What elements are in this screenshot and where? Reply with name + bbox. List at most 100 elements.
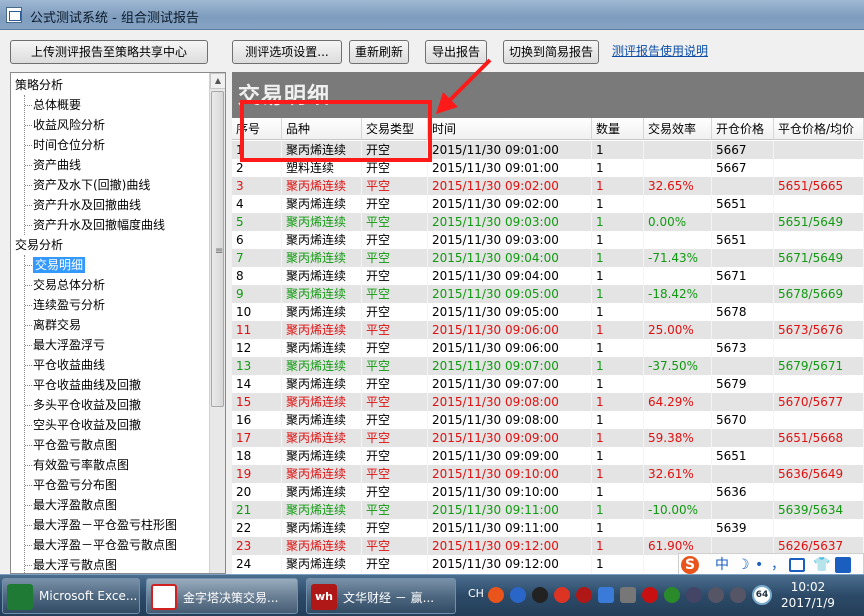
table-row[interactable]: 8 聚丙烯连续 开空 2015/11/30 09:04:00 1 5671 — [232, 267, 864, 285]
tree-item[interactable]: 最大浮盈散点图 — [24, 495, 117, 515]
tray-qq-icon[interactable] — [554, 587, 570, 603]
upload-report-button[interactable]: 上传测评报告至策略共享中心 — [10, 40, 208, 64]
tree-item[interactable]: 平仓盈亏散点图 — [24, 435, 117, 455]
tray-security-icon[interactable] — [642, 587, 658, 603]
keyboard-icon[interactable] — [789, 558, 805, 572]
tree-item[interactable]: 资产升水及回撤曲线 — [24, 195, 141, 215]
punctuation-icon[interactable]: ， — [771, 556, 785, 574]
tray-help-icon[interactable] — [510, 587, 526, 603]
table-cell: -10.00% — [644, 501, 712, 519]
tree-category-strategy[interactable]: 策略分析 — [15, 75, 63, 95]
ime-toolbar[interactable]: S 中 ☽ • ， 👕 — [678, 553, 864, 574]
export-report-button[interactable]: 导出报告 — [425, 40, 487, 64]
tray-shield-icon[interactable] — [598, 587, 614, 603]
tree-item[interactable]: 平仓盈亏分布图 — [24, 475, 117, 495]
tree-item[interactable]: 时间仓位分析 — [24, 135, 105, 155]
table-row[interactable]: 18 聚丙烯连续 开空 2015/11/30 09:09:00 1 5651 — [232, 447, 864, 465]
table-cell: 5671 — [712, 267, 774, 285]
test-options-button[interactable]: 测评选项设置... — [232, 40, 342, 64]
table-row[interactable]: 15 聚丙烯连续 平空 2015/11/30 09:08:00 1 64.29% 5670/… — [232, 393, 864, 411]
task-excel[interactable]: Microsoft Exce... — [2, 578, 140, 614]
system-clock[interactable]: 10:02 2017/1/9 — [776, 579, 840, 611]
tree-item[interactable]: 资产曲线 — [24, 155, 81, 175]
title-bar[interactable]: 公式测试系统 - 组合测试报告 — [0, 0, 864, 30]
sogou-ime-icon[interactable]: S — [681, 556, 699, 574]
switch-simple-report-button[interactable]: 切换到简易报告 — [503, 40, 599, 64]
table-row[interactable]: 17 聚丙烯连续 平空 2015/11/30 09:09:00 1 59.38% 5651/… — [232, 429, 864, 447]
table-row[interactable]: 6 聚丙烯连续 开空 2015/11/30 09:03:00 1 5651 — [232, 231, 864, 249]
tray-usb-icon[interactable] — [620, 587, 636, 603]
tree-item[interactable]: 最大浮亏散点图 — [24, 555, 117, 573]
tree-item[interactable]: 有效盈亏率散点图 — [24, 455, 129, 475]
table-row[interactable]: 4 聚丙烯连续 开空 2015/11/30 09:02:00 1 5651 — [232, 195, 864, 213]
tree-item[interactable]: 总体概要 — [24, 95, 81, 115]
column-header[interactable]: 平仓价格/均价 — [774, 118, 864, 140]
tree-item[interactable]: 平仓收益曲线及回撤 — [24, 375, 142, 395]
moon-icon[interactable]: ☽ — [737, 556, 750, 574]
table-row[interactable]: 19 聚丙烯连续 平空 2015/11/30 09:10:00 1 32.61% 5636/… — [232, 465, 864, 483]
tree-item-label: 平仓收益曲线及回撤 — [33, 378, 142, 392]
tree-item[interactable]: 资产升水及回撤幅度曲线 — [24, 215, 165, 235]
tree-item[interactable]: 资产及水下(回撤)曲线 — [24, 175, 150, 195]
table-row[interactable]: 22 聚丙烯连续 开空 2015/11/30 09:11:00 1 5639 — [232, 519, 864, 537]
tray-app-icon[interactable] — [532, 587, 548, 603]
tree-category-trade[interactable]: 交易分析 — [15, 235, 63, 255]
task-pyramid-trader[interactable]: 金字塔决策交易... — [146, 578, 298, 614]
scrollbar-thumb[interactable]: ≡ — [211, 91, 224, 407]
tray-cpu-badge[interactable]: 64 — [752, 585, 772, 605]
column-header[interactable]: 开仓价格 — [712, 118, 774, 140]
table-row[interactable]: 9 聚丙烯连续 平空 2015/11/30 09:05:00 1 -18.42% 5678/… — [232, 285, 864, 303]
tray-wenhua-icon[interactable] — [576, 587, 592, 603]
tree-item[interactable]: 平仓收益曲线 — [24, 355, 105, 375]
skin-icon[interactable]: 👕 — [813, 556, 830, 574]
tree-item[interactable]: 最大浮盈－平仓盈亏柱形图 — [24, 515, 177, 535]
tree-item[interactable]: 交易明细 — [24, 255, 86, 275]
system-tray: CH 64 10:02 2017/1/9 — [466, 575, 864, 616]
tree-item[interactable]: 连续盈亏分析 — [24, 295, 105, 315]
column-header[interactable]: 时间 — [428, 118, 592, 140]
tree-item[interactable]: 多头平仓收益及回撤 — [24, 395, 141, 415]
table-cell: 5639/5634 — [774, 501, 864, 519]
tree-item[interactable]: 空头平仓收益及回撤 — [24, 415, 141, 435]
tree-item[interactable]: 离群交易 — [24, 315, 81, 335]
sidebar-scrollbar[interactable]: ▲ ≡ — [209, 73, 225, 573]
table-row[interactable]: 16 聚丙烯连续 开空 2015/11/30 09:08:00 1 5670 — [232, 411, 864, 429]
table-cell: 5636/5649 — [774, 465, 864, 483]
analysis-tree[interactable]: 策略分析 总体概要 收益风险分析 时间仓位分析 资产曲线 资产及水下(回撤)曲线 资产升水及… — [10, 72, 226, 574]
column-header[interactable]: 数量 — [592, 118, 644, 140]
table-row[interactable]: 14 聚丙烯连续 开空 2015/11/30 09:07:00 1 5679 — [232, 375, 864, 393]
language-indicator[interactable]: CH — [468, 587, 484, 600]
table-row[interactable]: 5 聚丙烯连续 平空 2015/11/30 09:03:00 1 0.00% 5651/56… — [232, 213, 864, 231]
tray-360-icon[interactable] — [664, 587, 680, 603]
table-cell: 2015/11/30 09:03:00 — [428, 231, 592, 249]
scroll-up-icon[interactable]: ▲ — [210, 73, 225, 89]
table-cell — [774, 339, 864, 357]
table-row[interactable]: 3 聚丙烯连续 平空 2015/11/30 09:02:00 1 32.65% 5651/5… — [232, 177, 864, 195]
table-cell: 2015/11/30 09:01:00 — [428, 159, 592, 177]
tray-monitor-icon[interactable] — [686, 587, 702, 603]
ime-mode-cn[interactable]: 中 — [715, 556, 729, 574]
tree-item[interactable]: 最大浮盈－平仓盈亏散点图 — [24, 535, 177, 555]
tree-item[interactable]: 收益风险分析 — [24, 115, 105, 135]
table-cell: 7 — [232, 249, 282, 267]
table-cell — [644, 267, 712, 285]
settings-icon[interactable] — [835, 557, 851, 573]
table-row[interactable]: 20 聚丙烯连续 开空 2015/11/30 09:10:00 1 5636 — [232, 483, 864, 501]
task-wenhua[interactable]: wh 文华财经 － 赢... — [306, 578, 456, 614]
tray-sogou-icon[interactable] — [488, 587, 504, 603]
table-row[interactable]: 11 聚丙烯连续 平空 2015/11/30 09:06:00 1 25.00% 5673/… — [232, 321, 864, 339]
table-row[interactable]: 13 聚丙烯连续 平空 2015/11/30 09:07:00 1 -37.50% 5679… — [232, 357, 864, 375]
report-help-link[interactable]: 测评报告使用说明 — [612, 42, 708, 59]
table-row[interactable]: 7 聚丙烯连续 平空 2015/11/30 09:04:00 1 -71.43% 5671/… — [232, 249, 864, 267]
refresh-button[interactable]: 重新刷新 — [349, 40, 409, 64]
dot-icon[interactable]: • — [755, 556, 763, 574]
table-row[interactable]: 12 聚丙烯连续 开空 2015/11/30 09:06:00 1 5673 — [232, 339, 864, 357]
table-cell — [774, 159, 864, 177]
tray-network-icon[interactable] — [708, 587, 724, 603]
tree-item[interactable]: 最大浮盈浮亏 — [24, 335, 105, 355]
tray-volume-icon[interactable] — [730, 587, 746, 603]
table-row[interactable]: 21 聚丙烯连续 平空 2015/11/30 09:11:00 1 -10.00% 5639… — [232, 501, 864, 519]
table-row[interactable]: 10 聚丙烯连续 开空 2015/11/30 09:05:00 1 5678 — [232, 303, 864, 321]
tree-item[interactable]: 交易总体分析 — [24, 275, 105, 295]
column-header[interactable]: 交易效率 — [644, 118, 712, 140]
